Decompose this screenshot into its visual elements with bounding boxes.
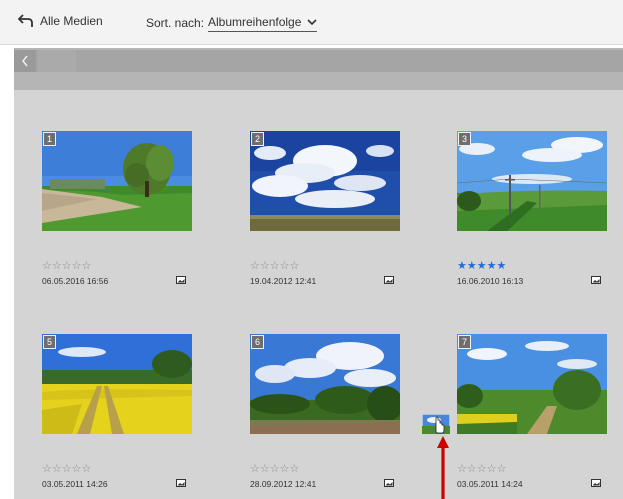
photo-icon [591,479,601,487]
item-date: 28.09.2012 12:41 [250,479,317,489]
media-thumbnail[interactable]: 5 [42,334,192,434]
star-rating[interactable]: ☆☆☆☆☆ [42,462,91,475]
media-thumbnail[interactable]: 3 [457,131,607,231]
photo-icon [176,276,186,284]
item-date: 06.05.2016 16:56 [42,276,109,286]
media-thumbnail[interactable]: 1 [42,131,192,231]
toolbar: Alle Medien Sort. nach: Albumreihenfolge [0,0,623,45]
item-number: 3 [458,132,471,146]
photo-icon [384,276,394,284]
red-arrow-annotation [437,436,449,499]
back-arrow-icon [18,14,33,27]
item-number: 7 [458,335,471,349]
sort-value: Albumreihenfolge [208,15,302,29]
rapeseed-field-photo [42,334,192,434]
media-thumbnail[interactable]: 2 [250,131,400,231]
item-date: 16.06.2010 16:13 [457,276,524,286]
item-date: 03.05.2011 14:24 [457,479,523,489]
star-rating[interactable]: ☆☆☆☆☆ [457,462,506,475]
photo-icon [384,479,394,487]
item-date: 19.04.2012 12:41 [250,276,317,286]
chevron-down-icon [307,19,317,26]
filmstrip-bar [14,48,623,90]
item-number: 1 [43,132,56,146]
filmstrip-track [14,50,623,72]
drag-ghost-thumbnail[interactable] [422,414,450,434]
countryside-path-photo [457,334,607,434]
photo-icon [591,276,601,284]
filmstrip-segment [38,50,76,72]
item-number: 2 [251,132,264,146]
clouds-sky-photo [250,131,400,231]
media-thumbnail[interactable]: 6 [250,334,400,434]
sort-label: Sort. nach: [146,16,205,30]
cloudy-forest-photo [250,334,400,434]
item-number: 5 [43,335,56,349]
star-rating[interactable]: ☆☆☆☆☆ [250,259,299,272]
chevron-left-icon [22,55,28,67]
power-line-landscape-photo [457,131,607,231]
scroll-left-button[interactable] [14,50,36,72]
landscape-tree-photo [42,131,192,231]
back-label: Alle Medien [40,14,103,28]
star-rating[interactable]: ☆☆☆☆☆ [42,259,91,272]
photo-icon [176,479,186,487]
star-rating[interactable]: ★★★★★ [457,259,506,272]
media-thumbnail[interactable]: 7 [457,334,607,434]
back-to-all-media-button[interactable]: Alle Medien [18,14,103,28]
item-date: 03.05.2011 14:26 [42,479,108,489]
star-rating[interactable]: ☆☆☆☆☆ [250,462,299,475]
media-grid: 1 ☆☆☆☆☆ 06.05.2016 16:56 2 ☆☆☆☆☆ 19.04.2… [14,90,623,499]
sort-dropdown[interactable]: Albumreihenfolge [208,14,318,32]
item-number: 6 [251,335,264,349]
